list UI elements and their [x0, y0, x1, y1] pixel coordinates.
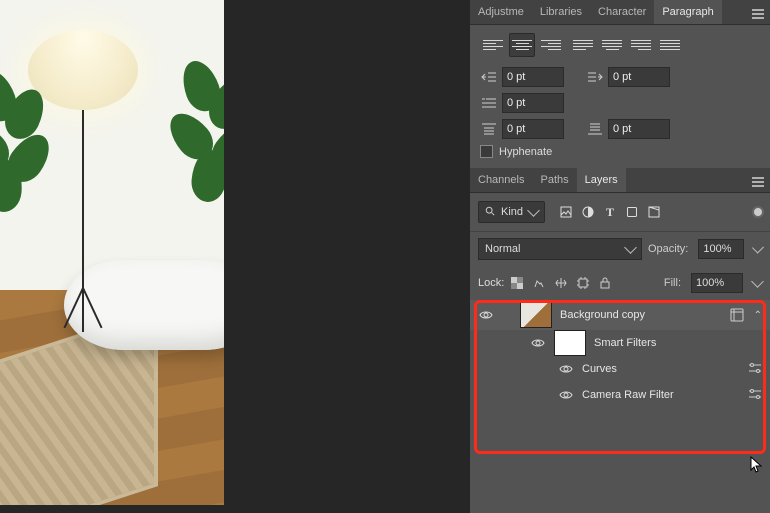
filter-row-curves[interactable]: Curves	[470, 356, 770, 382]
hyphenate-label: Hyphenate	[499, 146, 552, 158]
align-center-button[interactable]	[509, 33, 535, 57]
justify-last-center-button[interactable]	[599, 33, 625, 57]
filter-name: Curves	[582, 363, 617, 375]
filter-adjustment-icon[interactable]	[581, 205, 595, 219]
align-left-button[interactable]	[480, 33, 506, 57]
lock-fill-row: Lock: Fill: 100%	[470, 266, 770, 300]
layers-list: ▾ Background copy ⌃ Smart Filters Curves…	[470, 300, 770, 408]
blend-mode-dropdown[interactable]: Normal	[478, 238, 642, 260]
layer-name[interactable]: Background copy	[560, 309, 645, 321]
tab-character[interactable]: Character	[590, 0, 654, 24]
blend-mode-value: Normal	[485, 243, 520, 255]
filter-pixel-icon[interactable]	[559, 205, 573, 219]
align-right-button[interactable]	[538, 33, 564, 57]
fill-input[interactable]: 100%	[691, 273, 743, 293]
lock-image-icon[interactable]	[532, 276, 546, 290]
indent-left-field[interactable]: 0 pt	[480, 67, 564, 87]
visibility-toggle[interactable]	[530, 335, 546, 351]
indent-right-icon	[586, 70, 604, 84]
layer-thumbnail[interactable]	[520, 302, 552, 328]
filter-toggle[interactable]	[754, 208, 762, 216]
space-after-icon	[586, 122, 604, 136]
tab-paragraph[interactable]: Paragraph	[654, 0, 721, 24]
filter-name: Camera Raw Filter	[582, 389, 674, 401]
menu-icon	[752, 13, 764, 15]
fill-label: Fill:	[664, 277, 681, 289]
indent-left-icon	[480, 70, 498, 84]
lock-all-icon[interactable]	[598, 276, 612, 290]
layer-row-background-copy[interactable]: ▾ Background copy ⌃	[470, 300, 770, 330]
filter-type-buttons: T	[559, 205, 661, 219]
justify-all-button[interactable]	[657, 33, 683, 57]
smart-filters-row[interactable]: Smart Filters	[470, 330, 770, 356]
lock-artboard-icon[interactable]	[576, 276, 590, 290]
lock-transparent-icon[interactable]	[510, 276, 524, 290]
space-before-icon	[480, 122, 498, 136]
tab-paths[interactable]: Paths	[532, 168, 576, 192]
panel-tabs-bottom: Channels Paths Layers	[470, 168, 770, 193]
blending-options-icon[interactable]	[748, 388, 762, 403]
chevron-down-icon[interactable]	[751, 275, 764, 288]
tab-adjustments[interactable]: Adjustme	[470, 0, 532, 24]
filter-smartobject-icon[interactable]	[647, 205, 661, 219]
filter-mask-thumbnail[interactable]	[554, 330, 586, 356]
tab-channels[interactable]: Channels	[470, 168, 532, 192]
blending-options-icon[interactable]	[748, 362, 762, 377]
canvas-area[interactable]	[0, 0, 470, 513]
collapse-filters-icon[interactable]: ⌃	[754, 310, 762, 321]
filter-row-camera-raw[interactable]: Camera Raw Filter	[470, 382, 770, 408]
space-before-field[interactable]: 0 pt	[480, 119, 564, 139]
blend-opacity-row: Normal Opacity: 100%	[470, 232, 770, 266]
chevron-down-icon[interactable]	[752, 242, 764, 254]
panel-menu-top[interactable]	[746, 6, 770, 18]
smart-object-icon	[730, 308, 744, 322]
chevron-down-icon	[527, 204, 540, 217]
first-line-indent-icon	[480, 96, 498, 110]
lock-label: Lock:	[478, 277, 504, 289]
space-after-field[interactable]: 0 pt	[586, 119, 670, 139]
panel-tabs-top: Adjustme Libraries Character Paragraph	[470, 0, 770, 25]
tab-layers[interactable]: Layers	[577, 168, 626, 192]
layers-filter-row: Kind T	[470, 193, 770, 232]
right-panels: Adjustme Libraries Character Paragraph 0…	[470, 0, 770, 513]
justify-last-left-button[interactable]	[570, 33, 596, 57]
visibility-toggle[interactable]	[558, 361, 574, 377]
opacity-label: Opacity:	[648, 243, 688, 255]
search-icon	[485, 206, 495, 219]
filter-type-icon[interactable]: T	[603, 205, 617, 219]
lock-position-icon[interactable]	[554, 276, 568, 290]
first-line-indent-field[interactable]: 0 pt	[480, 93, 564, 113]
hyphenate-checkbox[interactable]	[480, 145, 493, 158]
justify-last-right-button[interactable]	[628, 33, 654, 57]
visibility-toggle[interactable]	[558, 387, 574, 403]
tab-libraries[interactable]: Libraries	[532, 0, 590, 24]
visibility-toggle[interactable]	[478, 307, 494, 323]
document-image[interactable]	[0, 0, 224, 505]
paragraph-panel: 0 pt 0 pt 0 pt 0 pt 0 pt H	[470, 25, 770, 168]
opacity-input[interactable]: 100%	[698, 239, 744, 259]
filter-kind-dropdown[interactable]: Kind	[478, 201, 545, 223]
menu-icon	[752, 181, 764, 183]
filter-kind-label: Kind	[501, 206, 523, 218]
smart-filters-label: Smart Filters	[594, 337, 656, 349]
indent-right-field[interactable]: 0 pt	[586, 67, 670, 87]
alignment-buttons	[480, 33, 760, 57]
panel-menu-bottom[interactable]	[746, 174, 770, 186]
chevron-down-icon	[624, 241, 637, 254]
filter-shape-icon[interactable]	[625, 205, 639, 219]
